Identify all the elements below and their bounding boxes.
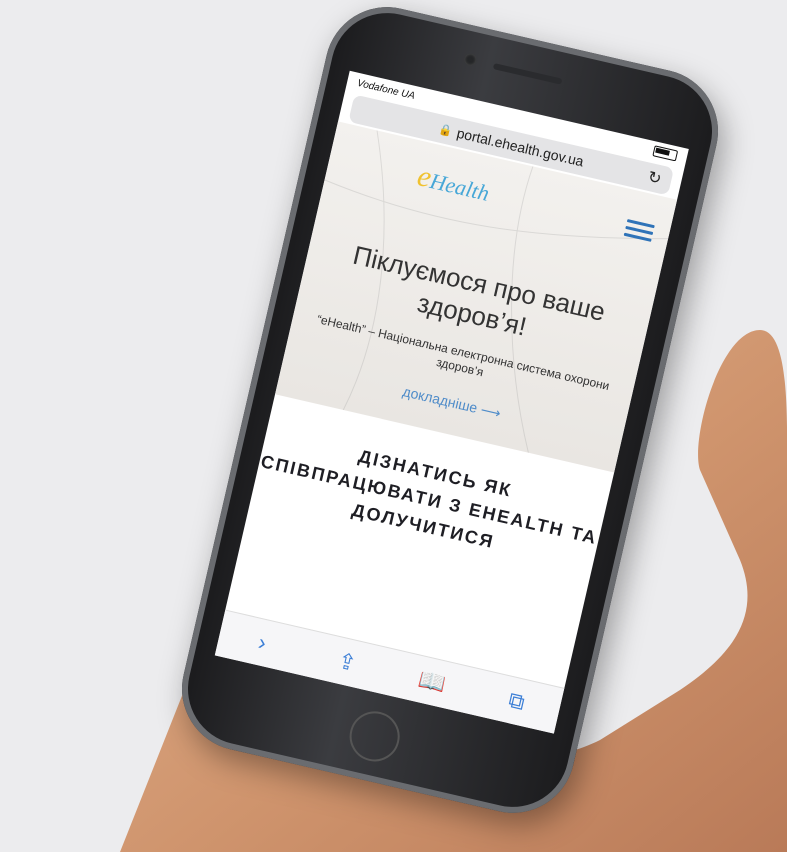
tabs-icon[interactable]: ⧉ — [493, 680, 540, 722]
bookmarks-icon[interactable]: 📖 — [409, 661, 456, 703]
reload-icon[interactable]: ↻ — [646, 167, 664, 190]
battery-icon — [652, 145, 679, 162]
forward-icon[interactable]: › — [239, 622, 286, 664]
lock-icon: 🔒 — [437, 122, 454, 138]
share-icon[interactable]: ⇪ — [324, 641, 371, 683]
photo-scene: Vodafone UA 🔒 portal.ehealth.gov.ua ↻ eH… — [0, 0, 787, 852]
